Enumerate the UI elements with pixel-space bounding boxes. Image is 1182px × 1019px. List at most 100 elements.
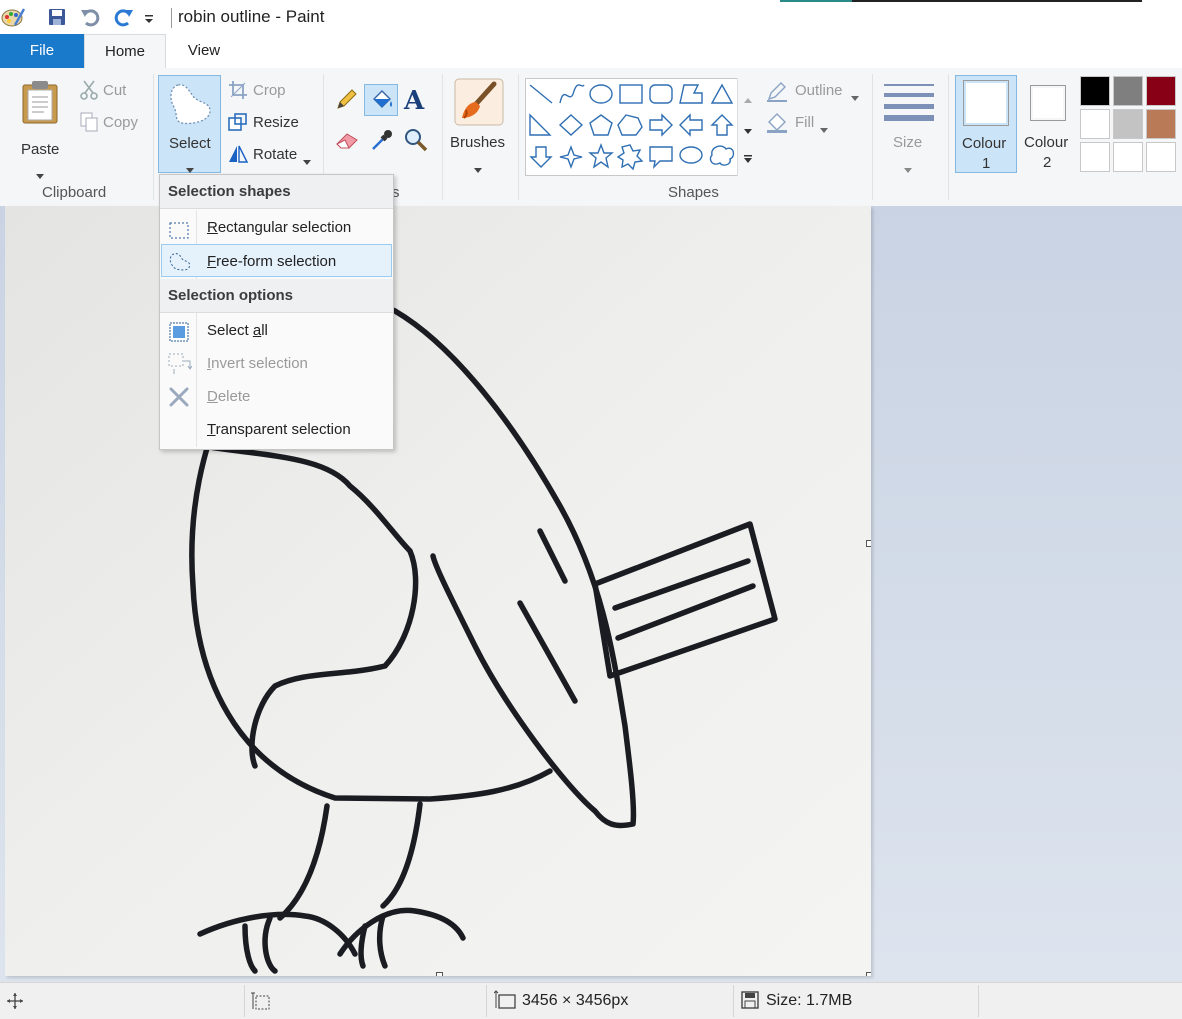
file-size-icon xyxy=(741,991,759,1013)
colour2-label: Colour xyxy=(1024,134,1069,151)
resize-handle-right[interactable] xyxy=(866,540,871,547)
drawing-canvas[interactable] xyxy=(5,206,871,976)
tools-group: A xyxy=(330,84,438,164)
crop-label: Crop xyxy=(253,82,286,99)
gallery-expand-icon[interactable] xyxy=(744,150,752,167)
tab-view[interactable]: View xyxy=(168,34,240,68)
svg-text:A: A xyxy=(403,86,425,112)
select-all-item[interactable]: Select all xyxy=(161,314,392,347)
paint-bucket-icon xyxy=(370,89,394,115)
fill-label: Fill xyxy=(795,114,815,131)
crop-button[interactable]: Crop xyxy=(226,80,316,102)
palette-swatch[interactable] xyxy=(1113,142,1143,172)
customize-qat-icon[interactable] xyxy=(143,12,155,29)
resize-handle-bottom[interactable] xyxy=(436,972,443,976)
palette-swatch[interactable] xyxy=(1080,142,1110,172)
text-tool-icon[interactable]: A xyxy=(403,86,429,116)
rectangular-selection-item[interactable]: Rectangular selection xyxy=(161,211,392,244)
eraser-icon[interactable] xyxy=(335,130,359,154)
palette-swatch[interactable] xyxy=(1113,76,1143,106)
palette-swatch[interactable] xyxy=(1146,76,1176,106)
clipboard-group-label: Clipboard xyxy=(42,184,107,201)
cut-label: Cut xyxy=(103,82,127,99)
scroll-down-icon[interactable] xyxy=(744,121,752,138)
select-button[interactable]: Select xyxy=(158,75,221,173)
canvas-dimensions: 3456 × 3456px xyxy=(522,992,629,1009)
size-button[interactable]: Size xyxy=(880,78,940,174)
transparent-selection-item[interactable]: Transparent selection xyxy=(161,413,392,446)
window-accent-bar xyxy=(780,0,852,2)
selection-size-icon xyxy=(251,991,271,1015)
palette-swatch[interactable] xyxy=(1080,109,1110,139)
colour1-button[interactable]: Colour 1 xyxy=(955,75,1017,173)
pencil-icon[interactable] xyxy=(336,88,358,114)
palette-swatch[interactable] xyxy=(1113,109,1143,139)
outline-dropdown-icon[interactable] xyxy=(851,88,859,105)
tab-home[interactable]: Home xyxy=(84,34,166,69)
rotate-dropdown-icon[interactable] xyxy=(303,152,311,169)
resize-handle-corner[interactable] xyxy=(866,972,871,976)
ribbon-tabs: File Home View xyxy=(0,34,1182,69)
selection-shapes-header: Selection shapes xyxy=(160,175,393,209)
scissors-icon xyxy=(80,80,98,104)
fill-icon xyxy=(766,112,790,138)
delete-item[interactable]: Delete xyxy=(161,380,392,413)
copy-button[interactable]: Copy xyxy=(78,112,148,134)
fill-dropdown-icon[interactable] xyxy=(820,120,828,137)
tab-file[interactable]: File xyxy=(0,34,84,68)
paint-app-icon[interactable] xyxy=(1,5,26,33)
color-picker-icon[interactable] xyxy=(370,128,394,156)
copy-icon xyxy=(80,112,98,136)
colour2-swatch xyxy=(1030,85,1066,121)
palette-swatch[interactable] xyxy=(1146,109,1176,139)
paste-label: Paste xyxy=(21,141,60,158)
resize-label: Resize xyxy=(253,114,299,131)
paste-button[interactable]: Paste xyxy=(12,76,68,179)
free-form-selection-item[interactable]: Free-form selection xyxy=(161,244,392,277)
save-icon[interactable] xyxy=(48,8,66,30)
outline-icon xyxy=(766,80,788,106)
colour2-button[interactable]: Colour 2 xyxy=(1019,75,1077,173)
clipboard-group: Paste Cut Copy Clipboard xyxy=(0,68,152,206)
copy-label: Copy xyxy=(103,114,139,131)
shapes-scroll[interactable] xyxy=(737,78,758,176)
fill-tool-button[interactable] xyxy=(364,84,398,116)
select-label: Select xyxy=(169,135,211,152)
scroll-up-icon[interactable] xyxy=(744,90,752,107)
window-accent-bar-dark xyxy=(852,0,1142,2)
cursor-position-icon xyxy=(6,992,24,1014)
resize-icon xyxy=(228,112,248,136)
redo-icon[interactable] xyxy=(112,6,134,32)
outline-button[interactable]: Outline xyxy=(766,80,866,102)
resize-button[interactable]: Resize xyxy=(226,112,316,134)
window-title: robin outline - Paint xyxy=(178,7,325,26)
undo-icon[interactable] xyxy=(80,6,102,32)
shapes-gallery[interactable] xyxy=(525,78,757,176)
crop-icon xyxy=(228,80,248,104)
freeform-select-icon xyxy=(166,81,214,131)
size-dropdown-icon[interactable] xyxy=(904,160,912,177)
colour1-label: Colour xyxy=(962,135,1007,152)
rotate-button[interactable]: Rotate xyxy=(226,144,316,166)
file-size: Size: 1.7MB xyxy=(766,992,853,1009)
palette-swatch[interactable] xyxy=(1080,76,1110,106)
colour-palette xyxy=(1080,76,1182,176)
brushes-dropdown-icon[interactable] xyxy=(474,160,482,177)
shapes-group-label: Shapes xyxy=(668,184,719,201)
brushes-button[interactable]: Brushes xyxy=(448,78,510,174)
status-bar: 3456 × 3456px Size: 1.7MB xyxy=(0,982,1182,1019)
selection-options-header: Selection options xyxy=(160,279,393,313)
fill-button[interactable]: Fill xyxy=(766,112,866,134)
paste-dropdown-icon[interactable] xyxy=(36,166,44,183)
magnifier-icon[interactable] xyxy=(404,128,428,156)
brushes-label: Brushes xyxy=(450,134,506,151)
invert-selection-item[interactable]: Invert selection xyxy=(161,347,392,380)
brush-icon xyxy=(454,78,504,130)
rotate-label: Rotate xyxy=(253,146,298,163)
colour1-number: 1 xyxy=(982,155,991,172)
cut-button[interactable]: Cut xyxy=(78,80,148,102)
palette-swatch[interactable] xyxy=(1146,142,1176,172)
line-width-icon xyxy=(884,82,934,126)
select-dropdown-menu: Selection shapes Rectangular selection F… xyxy=(159,174,394,450)
paste-icon xyxy=(20,80,60,128)
